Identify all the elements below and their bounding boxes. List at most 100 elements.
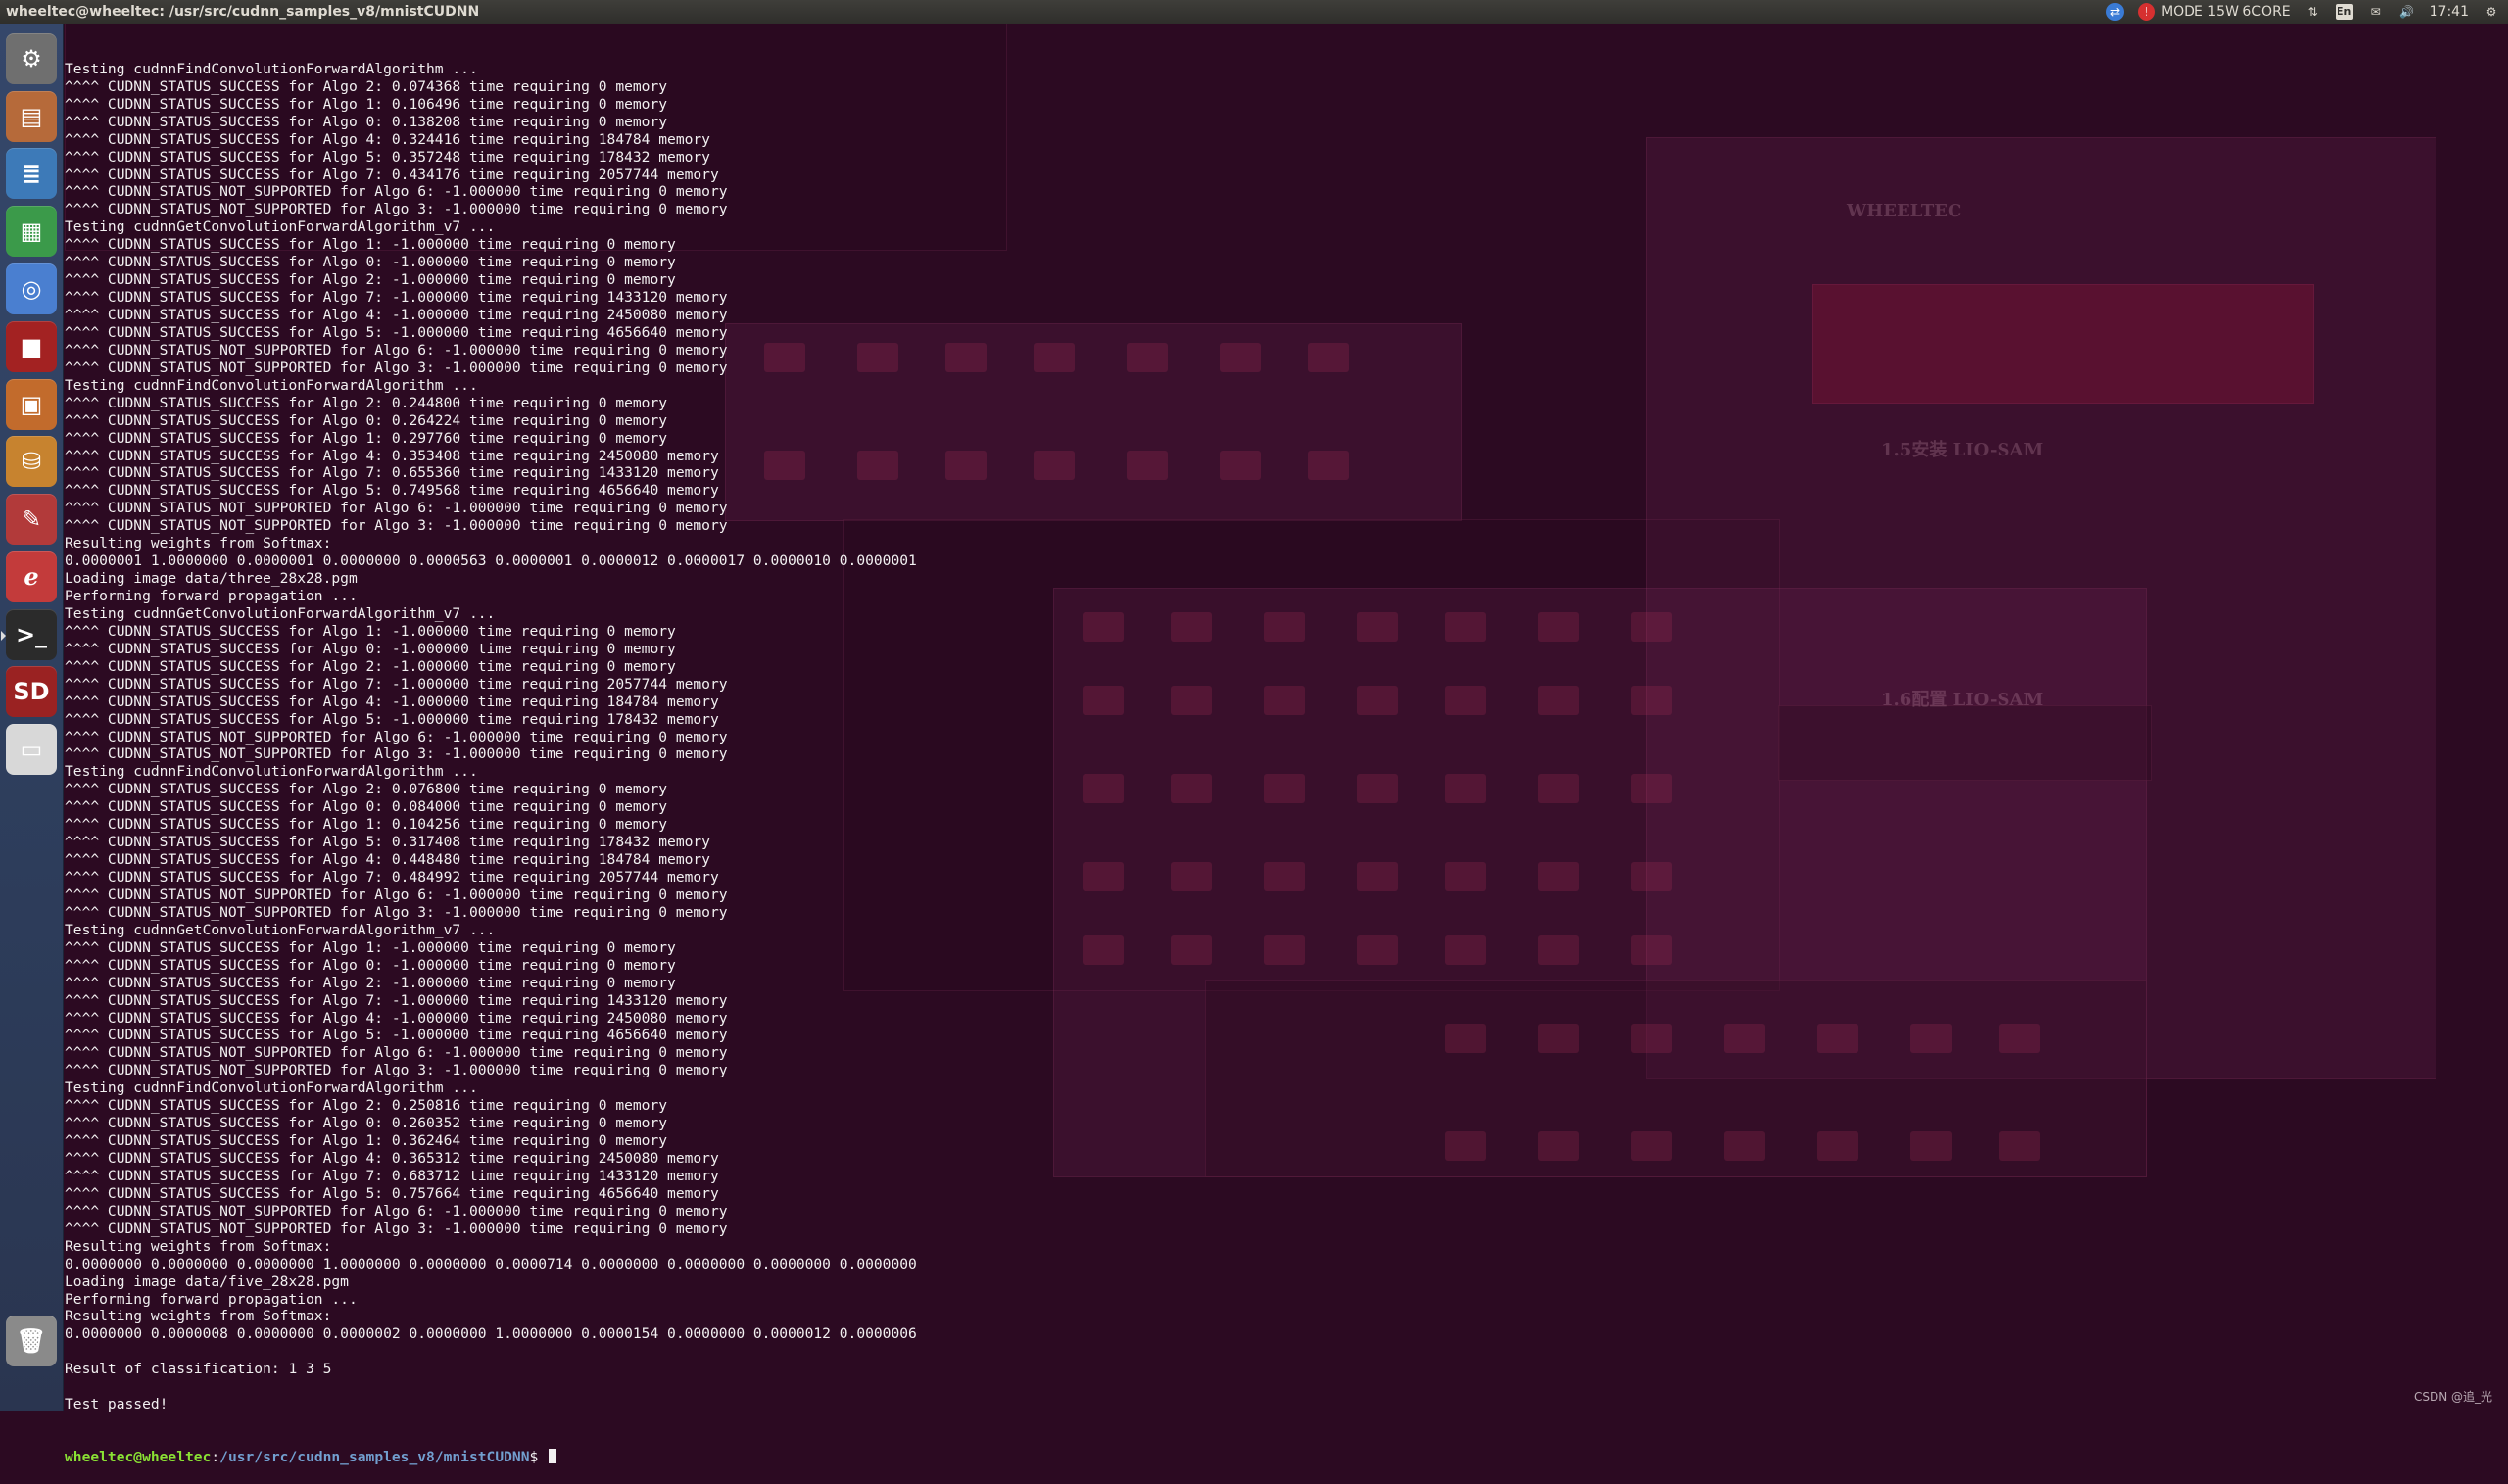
calc-icon-glyph: ▦ xyxy=(20,217,43,246)
terminal-line: ^^^^ CUDNN_STATUS_SUCCESS for Algo 0: -1… xyxy=(65,254,676,271)
tools-icon[interactable]: ✎ xyxy=(6,494,57,546)
terminal-line: ^^^^ CUDNN_STATUS_SUCCESS for Algo 5: -1… xyxy=(65,710,719,728)
terminal-line: Performing forward propagation ... xyxy=(65,588,358,605)
terminal-line: Test passed! xyxy=(65,1396,169,1413)
terminal-prompt-line[interactable]: wheeltec@wheeltec:/usr/src/cudnn_samples… xyxy=(65,1449,2494,1466)
terminal-line: ^^^^ CUDNN_STATUS_NOT_SUPPORTED for Algo… xyxy=(65,1220,728,1237)
terminal-line: ^^^^ CUDNN_STATUS_SUCCESS for Algo 2: -1… xyxy=(65,271,676,289)
power-mode-label: MODE 15W 6CORE xyxy=(2161,4,2291,20)
terminal-line: ^^^^ CUDNN_STATUS_SUCCESS for Algo 1: 0.… xyxy=(65,1132,668,1150)
terminal-line: ^^^^ CUDNN_STATUS_NOT_SUPPORTED for Algo… xyxy=(65,517,728,535)
impress-icon[interactable]: ▣ xyxy=(6,378,57,430)
terminal-icon-glyph: >_ xyxy=(15,620,48,648)
network-icon[interactable]: ⇄ xyxy=(2106,3,2125,21)
terminal-line: ^^^^ CUDNN_STATUS_SUCCESS for Algo 2: 0.… xyxy=(65,781,668,798)
writer-icon-glyph: ≣ xyxy=(21,160,42,188)
terminal-line: ^^^^ CUDNN_STATUS_SUCCESS for Algo 2: 0.… xyxy=(65,77,668,95)
window-title: wheeltec@wheeltec: /usr/src/cudnn_sample… xyxy=(6,4,480,20)
trash-icon[interactable]: 🗑 xyxy=(6,1316,57,1367)
terminal-line: ^^^^ CUDNN_STATUS_SUCCESS for Algo 2: 0.… xyxy=(65,1097,668,1115)
alert-icon: ! xyxy=(2138,3,2156,21)
terminal-line: ^^^^ CUDNN_STATUS_SUCCESS for Algo 2: -1… xyxy=(65,974,676,991)
transfer-icon[interactable]: ⇅ xyxy=(2304,3,2322,21)
mail-icon[interactable]: ✉ xyxy=(2367,3,2385,21)
terminal-line: Performing forward propagation ... xyxy=(65,1290,358,1308)
terminal-line: ^^^^ CUDNN_STATUS_SUCCESS for Algo 7: 0.… xyxy=(65,464,719,482)
impress-icon-glyph: ▣ xyxy=(20,390,43,418)
terminal-line: ^^^^ CUDNN_STATUS_SUCCESS for Algo 4: -1… xyxy=(65,307,728,324)
terminal-line: ^^^^ CUDNN_STATUS_NOT_SUPPORTED for Algo… xyxy=(65,201,728,218)
top-panel: wheeltec@wheeltec: /usr/src/cudnn_sample… xyxy=(0,0,2508,24)
terminal-line: ^^^^ CUDNN_STATUS_SUCCESS for Algo 1: 0.… xyxy=(65,95,668,113)
terminal-line: ^^^^ CUDNN_STATUS_SUCCESS for Algo 7: 0.… xyxy=(65,1167,719,1184)
terminal-line: ^^^^ CUDNN_STATUS_SUCCESS for Algo 5: -1… xyxy=(65,323,728,341)
sd-card-icon[interactable]: SD xyxy=(6,666,57,718)
gear-icon[interactable]: ⚙ xyxy=(2483,3,2500,21)
watermark: CSDN @追_光 xyxy=(2413,1390,2492,1404)
writer-icon[interactable]: ≣ xyxy=(6,148,57,200)
terminal-line: 0.0000000 0.0000008 0.0000000 0.0000002 … xyxy=(65,1325,917,1343)
trash-icon-glyph: 🗑 xyxy=(16,1327,47,1356)
terminal-line: ^^^^ CUDNN_STATUS_SUCCESS for Algo 4: 0.… xyxy=(65,1150,719,1168)
terminal-output[interactable]: Testing cudnnFindConvolutionForwardAlgor… xyxy=(65,25,2494,1465)
terminal-line: ^^^^ CUDNN_STATUS_NOT_SUPPORTED for Algo… xyxy=(65,745,728,763)
terminal-line: ^^^^ CUDNN_STATUS_NOT_SUPPORTED for Algo… xyxy=(65,183,728,201)
terminal-line: Resulting weights from Softmax: xyxy=(65,1308,332,1325)
terminal-line: Testing cudnnFindConvolutionForwardAlgor… xyxy=(65,376,478,394)
keyboard-layout-indicator[interactable]: En xyxy=(2335,4,2353,20)
terminal-line: Loading image data/five_28x28.pgm xyxy=(65,1272,349,1290)
terminal-line: ^^^^ CUDNN_STATUS_SUCCESS for Algo 2: 0.… xyxy=(65,394,668,411)
terminal-line: 0.0000000 0.0000000 0.0000000 1.0000000 … xyxy=(65,1255,917,1272)
terminal-line: ^^^^ CUDNN_STATUS_SUCCESS for Algo 0: 0.… xyxy=(65,113,668,130)
text-editor-icon[interactable]: ℯ xyxy=(6,551,57,602)
prompt-user: wheeltec@wheeltec xyxy=(65,1449,212,1465)
terminal-line: ^^^^ CUDNN_STATUS_NOT_SUPPORTED for Algo… xyxy=(65,728,728,745)
terminal-line: ^^^^ CUDNN_STATUS_SUCCESS for Algo 1: -1… xyxy=(65,938,676,956)
terminal-red-icon[interactable]: ■ xyxy=(6,320,57,372)
drive-icon[interactable]: ▭ xyxy=(6,724,57,776)
terminal-line: ^^^^ CUDNN_STATUS_SUCCESS for Algo 4: 0.… xyxy=(65,130,710,148)
terminal-line: ^^^^ CUDNN_STATUS_SUCCESS for Algo 5: 0.… xyxy=(65,834,710,851)
terminal-line: ^^^^ CUDNN_STATUS_SUCCESS for Algo 1: -1… xyxy=(65,622,676,640)
terminal-line: ^^^^ CUDNN_STATUS_NOT_SUPPORTED for Algo… xyxy=(65,903,728,921)
terminal-line: ^^^^ CUDNN_STATUS_SUCCESS for Algo 4: -1… xyxy=(65,1009,728,1027)
software-center-icon[interactable]: ⛁ xyxy=(6,436,57,488)
terminal-line: ^^^^ CUDNN_STATUS_SUCCESS for Algo 0: 0.… xyxy=(65,411,668,429)
volume-icon[interactable]: 🔊 xyxy=(2398,3,2416,21)
files-icon-glyph: ▤ xyxy=(20,102,43,130)
terminal-cursor xyxy=(549,1449,557,1463)
terminal-line: ^^^^ CUDNN_STATUS_SUCCESS for Algo 1: 0.… xyxy=(65,429,668,447)
terminal-lines: Testing cudnnFindConvolutionForwardAlgor… xyxy=(65,61,2494,1413)
power-mode-indicator[interactable]: ! MODE 15W 6CORE xyxy=(2138,0,2291,24)
prompt-separator: : xyxy=(211,1449,220,1465)
terminal-red-icon-glyph: ■ xyxy=(20,332,43,360)
terminal-line: ^^^^ CUDNN_STATUS_SUCCESS for Algo 7: -1… xyxy=(65,289,728,307)
terminal-line: Testing cudnnFindConvolutionForwardAlgor… xyxy=(65,60,478,77)
terminal-line: ^^^^ CUDNN_STATUS_SUCCESS for Algo 4: 0.… xyxy=(65,447,719,464)
launcher: ⚙ ▤ ≣ ▦ ◎ ■ ▣ ⛁ ✎ ℯ >_ SD ▭ 🗑 xyxy=(0,24,64,1411)
terminal-line: ^^^^ CUDNN_STATUS_SUCCESS for Algo 2: -1… xyxy=(65,657,676,675)
files-icon[interactable]: ▤ xyxy=(6,90,57,142)
system-settings-icon[interactable]: ⚙ xyxy=(6,32,57,84)
terminal-line: ^^^^ CUDNN_STATUS_SUCCESS for Algo 7: -1… xyxy=(65,991,728,1009)
software-center-icon-glyph: ⛁ xyxy=(21,448,42,476)
chromium-icon[interactable]: ◎ xyxy=(6,263,57,314)
clock[interactable]: 17:41 xyxy=(2430,0,2469,24)
terminal-line: ^^^^ CUDNN_STATUS_NOT_SUPPORTED for Algo… xyxy=(65,1044,728,1062)
terminal-line: ^^^^ CUDNN_STATUS_SUCCESS for Algo 4: -1… xyxy=(65,693,719,710)
calc-icon[interactable]: ▦ xyxy=(6,206,57,258)
sd-card-icon-glyph: SD xyxy=(13,678,50,706)
terminal-line: ^^^^ CUDNN_STATUS_SUCCESS for Algo 5: 0.… xyxy=(65,482,719,500)
terminal-line: ^^^^ CUDNN_STATUS_SUCCESS for Algo 7: 0.… xyxy=(65,166,719,183)
terminal-line: ^^^^ CUDNN_STATUS_NOT_SUPPORTED for Algo… xyxy=(65,1202,728,1220)
terminal-line: Resulting weights from Softmax: xyxy=(65,535,332,552)
terminal-line: ^^^^ CUDNN_STATUS_SUCCESS for Algo 5: 0.… xyxy=(65,1184,719,1202)
terminal-icon[interactable]: >_ xyxy=(1,608,57,660)
terminal-line: ^^^^ CUDNN_STATUS_SUCCESS for Algo 5: -1… xyxy=(65,1027,728,1044)
terminal-line: Testing cudnnFindConvolutionForwardAlgor… xyxy=(65,763,478,781)
terminal-line: ^^^^ CUDNN_STATUS_SUCCESS for Algo 7: -1… xyxy=(65,675,728,693)
prompt-path: /usr/src/cudnn_samples_v8/mnistCUDNN xyxy=(219,1449,530,1465)
terminal-line: Resulting weights from Softmax: xyxy=(65,1237,332,1255)
